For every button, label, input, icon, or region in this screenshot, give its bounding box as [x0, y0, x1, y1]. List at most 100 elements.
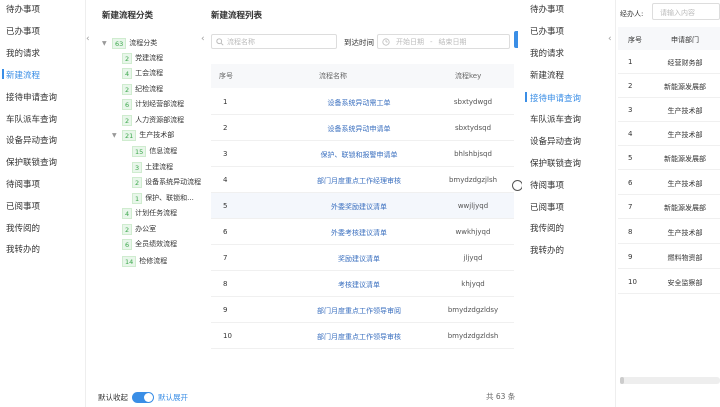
table-row[interactable]: 4 部门月度重点工作经理审核 bmydzdgzjlsh [211, 167, 514, 193]
tree-node[interactable]: 3 土建流程 [132, 161, 173, 173]
row-process-name-link[interactable]: 部门月度重点工作领导审阅 [294, 306, 424, 316]
nav-item-my-requests[interactable]: 我的请求 [6, 47, 40, 59]
tree-node[interactable]: ▼ 63 流程分类 [102, 37, 157, 49]
table-row[interactable]: 1 经营财务部 [618, 50, 720, 74]
nav-item-done[interactable]: 已办事项 [6, 25, 40, 37]
tree-node[interactable]: 2 党建流程 [122, 52, 163, 64]
row-process-name-link[interactable]: 部门月度重点工作经理审核 [294, 176, 424, 186]
row-process-name-link[interactable]: 部门月度重点工作领导审核 [294, 332, 424, 342]
table-row[interactable]: 6 生产技术部 [618, 171, 720, 195]
nav-item-to-read[interactable]: 待阅事项 [530, 179, 564, 191]
column-header-dept: 申请部门 [671, 36, 699, 44]
end-date-placeholder[interactable]: 结束日期 [439, 37, 467, 47]
nav-item-circulated[interactable]: 我传阅的 [6, 222, 40, 234]
nav-item-reception-query[interactable]: 接待申请查询 [6, 91, 57, 103]
date-separator: - [430, 37, 433, 46]
nav-item-new-process[interactable]: 新建流程 [530, 69, 564, 81]
process-name-search[interactable]: 流程名称 [211, 34, 337, 49]
caret-down-icon[interactable]: ▼ [102, 40, 112, 47]
tree-node[interactable]: 4 工会流程 [122, 67, 163, 79]
nav-item-todo[interactable]: 待办事项 [530, 3, 564, 15]
nav-item-equipment-query[interactable]: 设备异动查询 [6, 134, 57, 146]
nav-item-protection-query[interactable]: 保护联锁查询 [530, 157, 581, 169]
tree-node[interactable]: 2 设备系统异动流程 [132, 176, 201, 188]
nav-item-equipment-query[interactable]: 设备异动查询 [530, 135, 581, 147]
tree-node[interactable]: 2 纪检流程 [122, 83, 163, 95]
tree-node[interactable]: 4 计划任务流程 [122, 207, 177, 219]
tree-node[interactable]: 15 信息流程 [132, 145, 177, 157]
row-index: 2 [223, 124, 228, 132]
nav-item-todo[interactable]: 待办事项 [6, 3, 40, 15]
row-dept: 新能源发展部 [664, 155, 706, 163]
table-row[interactable]: 7 奖励建议清单 jljyqd [211, 245, 514, 271]
nav-item-fleet-query[interactable]: 车队派车查询 [6, 113, 57, 125]
chevron-left-icon[interactable]: ‹ [608, 34, 612, 44]
table-row[interactable]: 10 部门月度重点工作领导审核 bmydzdgzldsh [211, 323, 514, 349]
table-row[interactable]: 5 外委奖励建议清单 wwjljyqd [211, 193, 514, 219]
table-row[interactable]: 9 部门月度重点工作领导审阅 bmydzdgzldsy [211, 297, 514, 323]
row-process-name-link[interactable]: 设备系统异动需工单 [294, 98, 424, 108]
row-process-key: wwjljyqd [457, 202, 489, 210]
tree-label: 纪检流程 [135, 85, 164, 93]
row-process-name-link[interactable]: 奖励建议清单 [294, 254, 424, 264]
tree-node[interactable]: 14 检修流程 [122, 255, 167, 267]
caret-down-icon[interactable]: ▼ [112, 132, 122, 139]
nav-item-new-process[interactable]: 新建流程 [6, 69, 40, 81]
chevron-left-icon[interactable]: ‹ [86, 34, 90, 44]
search-button[interactable] [514, 31, 518, 48]
tree-node[interactable]: 2 办公室 [122, 223, 156, 235]
row-index: 4 [628, 130, 633, 138]
nav-item-transferred[interactable]: 我转办的 [530, 244, 564, 256]
nav-item-done[interactable]: 已办事项 [530, 25, 564, 37]
nav-item-to-read[interactable]: 待阅事项 [6, 178, 40, 190]
table-row[interactable]: 8 考核建议清单 khjyqd [211, 271, 514, 297]
chevron-left-icon[interactable]: ‹ [201, 34, 205, 44]
tree-count: 14 [122, 255, 137, 267]
tree-node[interactable]: ▼ 21 生产技术部 [112, 129, 174, 141]
row-process-name-link[interactable]: 外委奖励建议清单 [294, 202, 424, 212]
start-date-placeholder[interactable]: 开始日期 [396, 37, 424, 47]
table-row[interactable]: 6 外委考核建议清单 wwkhjyqd [211, 219, 514, 245]
row-index: 2 [628, 82, 633, 90]
row-index: 3 [223, 150, 228, 158]
date-range-picker[interactable]: 开始日期 - 结束日期 [377, 34, 510, 49]
nav-item-read[interactable]: 已阅事项 [6, 200, 40, 212]
row-process-name-link[interactable]: 保护、联锁和报警申请单 [294, 150, 424, 160]
nav-item-transferred[interactable]: 我转办的 [6, 243, 40, 255]
table-row[interactable]: 7 新能源发展部 [618, 195, 720, 219]
row-process-name-link[interactable]: 考核建议清单 [294, 280, 424, 290]
row-process-name-link[interactable]: 设备系统异动申请单 [294, 124, 424, 134]
table-row[interactable]: 4 生产技术部 [618, 122, 720, 146]
tree-count: 2 [122, 83, 133, 95]
table-row[interactable]: 5 新能源发展部 [618, 146, 720, 170]
table-row[interactable]: 3 生产技术部 [618, 98, 720, 122]
table-row[interactable]: 2 新能源发展部 [618, 74, 720, 98]
table-row[interactable]: 1 设备系统异动需工单 sbxtydwgd [211, 89, 514, 115]
nav-item-read[interactable]: 已阅事项 [530, 201, 564, 213]
tree-label: 检修流程 [139, 257, 168, 265]
table-row[interactable]: 10 安全监察部 [618, 270, 720, 294]
row-index: 8 [223, 280, 228, 288]
nav-item-circulated[interactable]: 我传阅的 [530, 222, 564, 234]
row-process-name-link[interactable]: 外委考核建议清单 [294, 228, 424, 238]
table-row[interactable]: 3 保护、联锁和报警申请单 bhlshbjsqd [211, 141, 514, 167]
tree-node[interactable]: 6 计划经营部流程 [122, 98, 184, 110]
table-row[interactable]: 2 设备系统异动申请单 sbxtydsqd [211, 115, 514, 141]
tree-node[interactable]: 2 人力资源部流程 [122, 114, 184, 126]
row-process-key: sbxtydsqd [454, 124, 492, 132]
row-index: 9 [628, 253, 633, 261]
table-row[interactable]: 8 生产技术部 [618, 220, 720, 244]
horizontal-scrollbar[interactable] [620, 377, 720, 384]
row-index: 1 [223, 98, 228, 106]
nav-item-my-requests[interactable]: 我的请求 [530, 47, 564, 59]
tree-node[interactable]: 6 全员绩效流程 [122, 238, 177, 250]
nav-item-fleet-query[interactable]: 车队派车查询 [530, 113, 581, 125]
nav-item-protection-query[interactable]: 保护联锁查询 [6, 156, 57, 168]
tree-node[interactable]: 1 保护、联锁和... [132, 192, 194, 204]
agent-input[interactable]: 请输入内容 [652, 3, 720, 20]
tree-label: 信息流程 [149, 147, 178, 155]
nav-item-reception-query[interactable]: 接待申请查询 [530, 92, 581, 104]
expand-toggle-switch[interactable] [132, 392, 154, 403]
row-index: 8 [628, 228, 633, 236]
table-row[interactable]: 9 燃料物资部 [618, 245, 720, 269]
